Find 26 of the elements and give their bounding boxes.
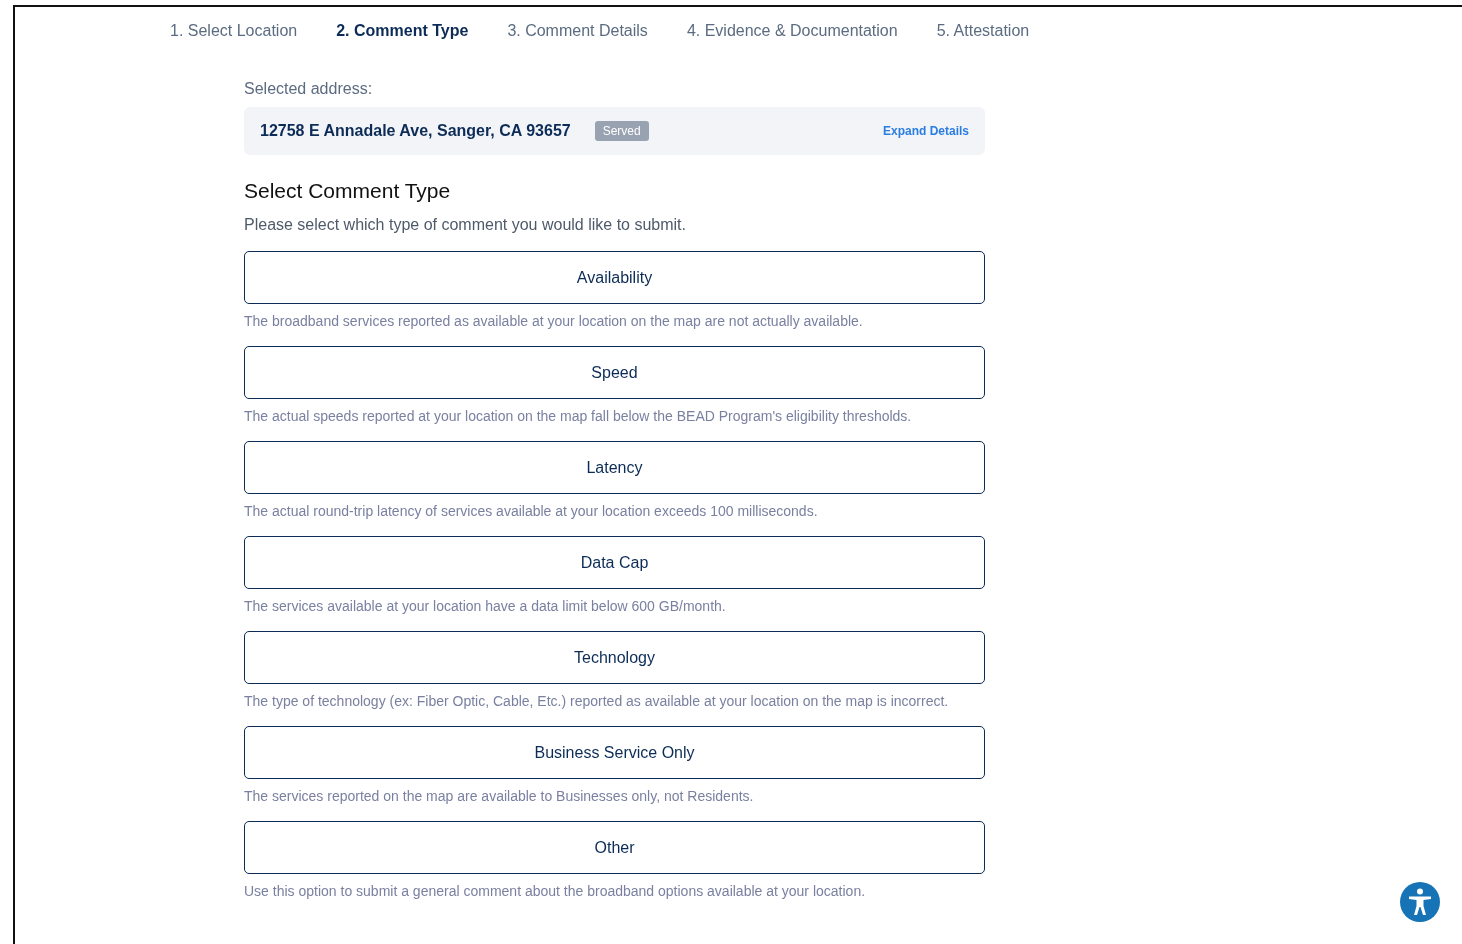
step-tab[interactable]: 2. Comment Type	[336, 21, 508, 41]
step-tab[interactable]: 4. Evidence & Documentation	[686, 21, 937, 41]
option-description: The actual round-trip latency of services available at your location exceeds 100 milliseconds.	[244, 503, 819, 519]
comment-type-button[interactable]: Speed	[244, 346, 985, 399]
section-heading: Select Comment Type	[244, 179, 452, 203]
option-description: The actual speeds reported at your location on the map fall below the BEAD Program's eligibility thresholds.	[244, 408, 913, 424]
comment-type-button[interactable]: Data Cap	[244, 536, 985, 589]
option-description: The broadband services reported as available at your location on the map are not actually available.	[244, 313, 864, 329]
option-description: The services reported on the map are available to Businesses only, not Residents.	[244, 788, 755, 804]
comment-type-button[interactable]: Other	[244, 821, 985, 874]
option-description: The services available at your location have a data limit below 600 GB/month.	[244, 598, 727, 614]
comment-type-button[interactable]: Technology	[244, 631, 985, 684]
step-tab[interactable]: 3. Comment Details	[507, 21, 687, 41]
comment-type-button[interactable]: Availability	[244, 251, 985, 304]
status-badge: Served	[594, 121, 649, 141]
option-description: Use this option to submit a general comment about the broadband options available at your location.	[244, 883, 867, 899]
step-tab[interactable]: 5. Attestation	[936, 21, 1069, 41]
comment-type-button[interactable]: Business Service Only	[244, 726, 985, 779]
comment-type-button[interactable]: Latency	[244, 441, 985, 494]
expand-details-link[interactable]: Expand Details	[882, 124, 969, 138]
step-tab[interactable]: 1. Select Location	[170, 21, 337, 41]
option-description: The type of technology (ex: Fiber Optic, Cable, Etc.) reported as available at your location on the map is incorrect.	[244, 693, 950, 709]
address-text: 12758 E Annadale Ave, Sanger, CA 93657	[260, 122, 571, 140]
address-label: Selected address:	[244, 79, 374, 99]
accessibility-icon[interactable]	[1400, 882, 1440, 922]
intro-text: Please select which type of comment you would like to submit.	[244, 215, 687, 235]
